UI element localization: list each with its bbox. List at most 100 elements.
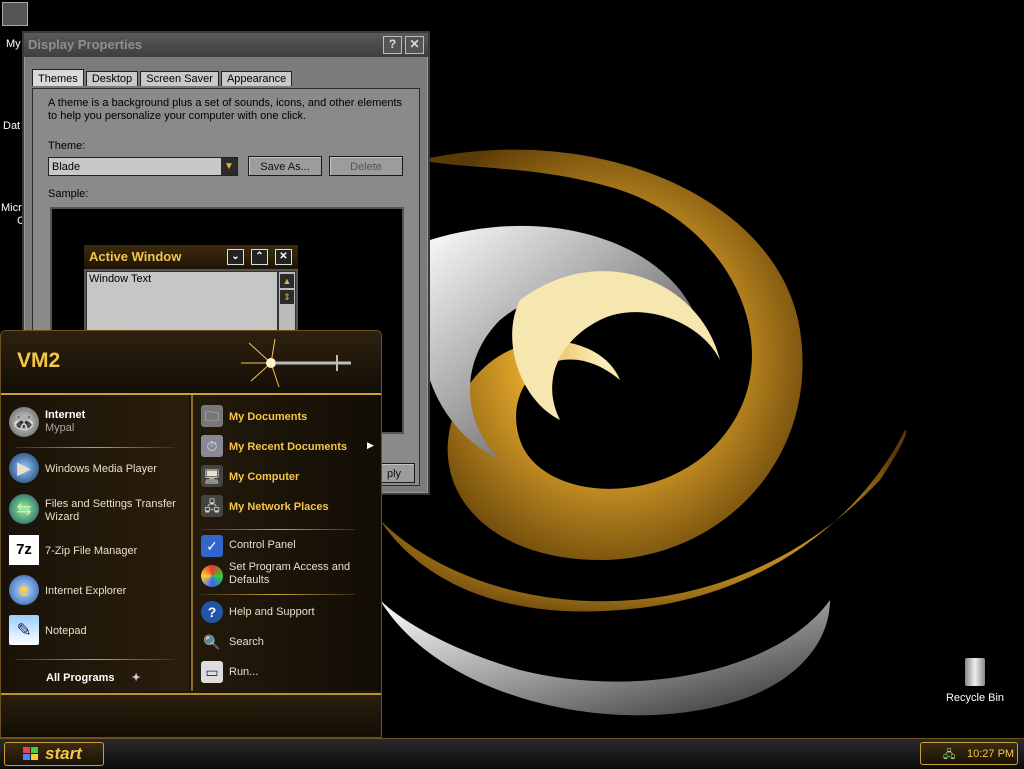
save-as-button[interactable]: Save As... — [248, 156, 322, 176]
recent-documents-icon: ⏱ — [201, 435, 223, 457]
separator — [15, 447, 175, 448]
maximize-icon: ⌃ — [251, 249, 268, 265]
separator — [15, 659, 175, 660]
help-icon: ? — [201, 601, 223, 623]
my-documents-icon: 🗀 — [201, 405, 223, 427]
recent-item[interactable]: ⇆ Files and Settings Transfer Wizard — [9, 494, 185, 528]
tab-bar: Themes Desktop Screen Saver Appearance — [32, 69, 293, 87]
places-label: My Recent Documents — [229, 441, 347, 453]
sample-label: Sample: — [48, 188, 89, 200]
sample-window-titlebar: Active Window ⌄ ⌃ ✕ — [84, 245, 298, 269]
places-label: Help and Support — [229, 606, 315, 618]
desktop-icon-label: My — [6, 38, 21, 50]
recent-item[interactable]: ▶ Windows Media Player — [9, 453, 185, 487]
help-button[interactable]: ? — [383, 36, 402, 54]
desktop-icon-label: Recycle Bin — [945, 692, 1005, 704]
7zip-icon: 7z — [9, 535, 39, 565]
window-title: Display Properties — [28, 37, 143, 52]
blade-logo-icon — [241, 338, 351, 388]
tab-themes[interactable]: Themes — [32, 69, 84, 86]
recycle-bin-icon — [965, 658, 985, 686]
places-control-panel[interactable]: ✓ Control Panel — [201, 535, 377, 557]
separator — [201, 529, 355, 530]
places-network[interactable]: 🖧 My Network Places — [201, 495, 377, 519]
start-menu-left-column: 🦝 Internet Mypal ▶ Windows Media Player … — [1, 395, 189, 691]
my-documents-icon — [2, 2, 28, 26]
taskbar: start 🖧 10:27 PM — [0, 738, 1024, 769]
recent-item-label: Windows Media Player — [45, 463, 157, 475]
recent-item-label: Notepad — [45, 625, 87, 637]
scroll-thumb-icon: ⇕ — [280, 290, 294, 304]
recent-item-label: Files and Settings Transfer Wizard — [45, 498, 176, 523]
start-label: start — [45, 744, 82, 763]
window-titlebar[interactable]: Display Properties ? ✕ — [24, 33, 428, 57]
places-label: Run... — [229, 666, 259, 678]
places-help[interactable]: ? Help and Support — [201, 601, 377, 625]
places-my-documents[interactable]: 🗀 My Documents — [201, 405, 377, 429]
recent-item[interactable]: e Internet Explorer — [9, 575, 185, 609]
transfer-wizard-icon: ⇆ — [9, 494, 39, 524]
places-my-computer[interactable]: 🖥 My Computer — [201, 465, 377, 489]
windows-flag-icon — [23, 747, 38, 760]
desktop-icon-my[interactable]: My — [0, 2, 30, 50]
control-panel-icon: ✓ — [201, 535, 223, 557]
all-programs-button[interactable]: All Programs ✦ — [46, 671, 141, 684]
theme-label: Theme: — [48, 140, 86, 152]
tab-screen-saver[interactable]: Screen Saver — [140, 71, 219, 86]
close-icon: ✕ — [275, 249, 292, 265]
places-recent-documents[interactable]: ⏱ My Recent Documents ▶ — [201, 435, 377, 459]
minimize-icon: ⌄ — [227, 249, 244, 265]
places-label: My Network Places — [229, 501, 329, 513]
user-name: VM2 — [17, 349, 61, 372]
start-menu-right-column: 🗀 My Documents ⏱ My Recent Documents ▶ 🖥… — [191, 395, 381, 691]
start-menu-footer — [1, 693, 381, 737]
recent-item[interactable]: 7z 7-Zip File Manager — [9, 535, 185, 569]
my-computer-icon: 🖥 — [201, 465, 223, 487]
places-run[interactable]: ▭ Run... — [201, 661, 377, 685]
clock[interactable]: 10:27 PM — [967, 748, 1014, 760]
places-label: My Documents — [229, 411, 308, 423]
pinned-item-sub: Mypal — [45, 422, 75, 434]
places-label: My Computer — [229, 471, 300, 483]
pinned-item-label: Internet — [45, 409, 86, 421]
close-button[interactable]: ✕ — [405, 36, 424, 54]
pinned-internet[interactable]: 🦝 Internet Mypal — [9, 407, 185, 441]
tab-desktop[interactable]: Desktop — [85, 71, 139, 86]
places-search[interactable]: 🔍 Search — [201, 631, 377, 655]
notepad-icon: ✎ — [9, 615, 39, 645]
places-program-access[interactable]: Set Program Access and Defaults — [201, 561, 377, 589]
submenu-arrow-icon: ▶ — [367, 440, 374, 450]
recent-item-label: 7-Zip File Manager — [45, 545, 138, 557]
recent-item-label: Internet Explorer — [45, 585, 127, 597]
desktop-icon-recycle-bin[interactable]: Recycle Bin — [940, 658, 1010, 704]
program-access-icon — [201, 565, 223, 587]
internet-explorer-icon: e — [9, 575, 39, 605]
start-menu: VM2 🦝 Internet Mypal ▶ Windows Media Pla… — [0, 330, 382, 738]
desktop-icon-label: Dat — [3, 120, 21, 132]
sample-window-text: Window Text — [89, 273, 152, 285]
system-tray: 🖧 10:27 PM — [920, 742, 1018, 765]
delete-button[interactable]: Delete — [329, 156, 403, 176]
theme-select[interactable]: Blade ▼ — [48, 157, 238, 176]
start-menu-header: VM2 — [1, 331, 381, 395]
theme-select-value: Blade — [52, 161, 81, 173]
network-places-icon: 🖧 — [201, 495, 223, 517]
all-programs-label: All Programs — [46, 672, 115, 684]
recent-item[interactable]: ✎ Notepad — [9, 615, 185, 649]
mypal-icon: 🦝 — [9, 407, 39, 437]
media-player-icon: ▶ — [9, 453, 39, 483]
start-button[interactable]: start — [4, 742, 104, 766]
sample-window-title: Active Window — [89, 249, 182, 264]
all-programs-arrow-icon: ✦ — [131, 672, 141, 684]
tab-appearance[interactable]: Appearance — [220, 71, 293, 86]
separator — [201, 594, 355, 595]
places-label: Set Program Access and Defaults — [229, 561, 351, 586]
run-icon: ▭ — [201, 661, 223, 683]
search-icon: 🔍 — [203, 634, 221, 650]
scroll-up-icon: ▲ — [280, 274, 294, 288]
network-tray-icon[interactable]: 🖧 — [943, 746, 955, 765]
places-label: Control Panel — [229, 539, 296, 551]
chevron-down-icon[interactable]: ▼ — [221, 158, 237, 175]
theme-description: A theme is a background plus a set of so… — [48, 97, 403, 122]
places-label: Search — [229, 636, 264, 648]
